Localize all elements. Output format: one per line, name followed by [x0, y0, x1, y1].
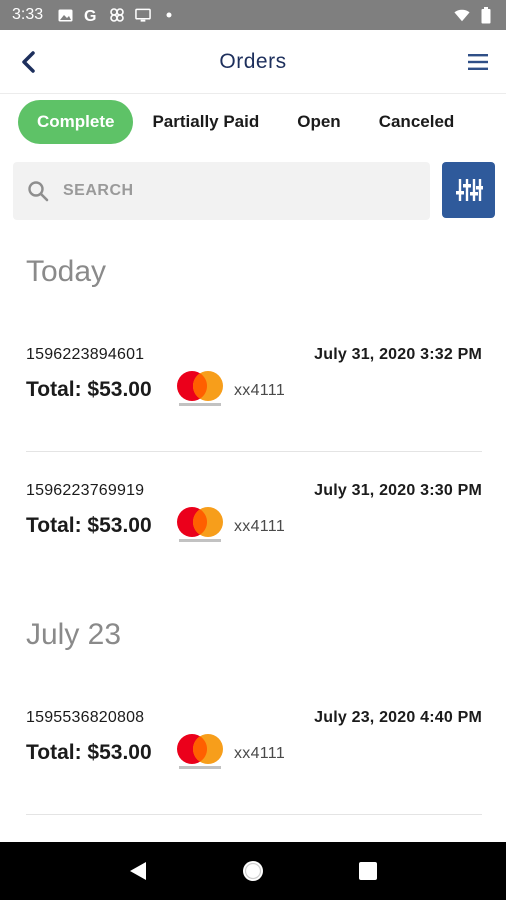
- status-time: 3:33: [12, 6, 44, 23]
- filter-button[interactable]: [442, 162, 495, 218]
- order-date: July 31, 2020 3:32 PM: [314, 346, 482, 363]
- image-icon: [57, 7, 73, 23]
- order-total: Total: $53.00: [26, 741, 152, 764]
- menu-button[interactable]: [464, 48, 492, 76]
- status-bar: 3:33 G: [0, 0, 506, 30]
- search-input[interactable]: SEARCH: [13, 162, 430, 220]
- search-row: SEARCH: [13, 162, 495, 220]
- order-total: Total: $53.00: [26, 514, 152, 537]
- order-date: July 31, 2020 3:30 PM: [314, 482, 482, 499]
- page-title: Orders: [219, 49, 287, 73]
- nav-home-button[interactable]: [238, 856, 268, 886]
- tab-partially-paid[interactable]: Partially Paid: [133, 100, 278, 144]
- section-title-today: Today: [26, 255, 107, 288]
- svg-text:G: G: [84, 8, 96, 23]
- hamburger-menu-icon: [468, 54, 488, 70]
- divider: [26, 814, 482, 815]
- recents-square-icon: [359, 862, 378, 880]
- order-id: 1596223894601: [26, 346, 145, 363]
- home-circle-icon: [242, 861, 263, 881]
- nav-back-button[interactable]: [123, 856, 153, 886]
- order-id: 1596223769919: [26, 482, 145, 499]
- search-placeholder: SEARCH: [63, 182, 134, 199]
- status-tabs: Complete Partially Paid Open Canceled: [0, 98, 506, 146]
- order-row[interactable]: 1595536820808 July 23, 2020 4:40 PM Tota…: [26, 709, 482, 819]
- dot-icon: [161, 7, 177, 23]
- cast-icon: [135, 7, 151, 23]
- sliders-icon: [455, 179, 483, 201]
- mastercard-icon: [177, 734, 223, 769]
- chevron-left-icon: [22, 51, 35, 73]
- pinwheel-icon: [109, 7, 125, 23]
- card-last4: xx4111: [234, 382, 286, 399]
- tab-open[interactable]: Open: [278, 100, 359, 144]
- back-triangle-icon: [129, 862, 146, 880]
- mastercard-icon: [177, 371, 223, 406]
- divider: [26, 451, 482, 452]
- order-total: Total: $53.00: [26, 378, 152, 401]
- back-button[interactable]: [14, 48, 42, 76]
- wifi-icon: [454, 7, 470, 23]
- order-date: July 23, 2020 4:40 PM: [314, 709, 482, 726]
- order-row[interactable]: 1596223769919 July 31, 2020 3:30 PM Tota…: [26, 482, 482, 592]
- search-icon: [28, 181, 49, 202]
- system-nav-bar: [0, 842, 506, 900]
- card-last4: xx4111: [234, 518, 286, 535]
- card-last4: xx4111: [234, 745, 286, 762]
- google-icon: G: [83, 7, 99, 23]
- tab-canceled[interactable]: Canceled: [360, 100, 474, 144]
- order-row[interactable]: 1596223894601 July 31, 2020 3:32 PM Tota…: [26, 346, 482, 456]
- nav-recents-button[interactable]: [353, 856, 383, 886]
- app-bar: Orders: [0, 30, 506, 94]
- mastercard-icon: [177, 507, 223, 542]
- section-title-july-23: July 23: [26, 618, 122, 651]
- order-id: 1595536820808: [26, 709, 145, 726]
- tab-complete[interactable]: Complete: [18, 100, 134, 144]
- battery-icon: [478, 6, 494, 23]
